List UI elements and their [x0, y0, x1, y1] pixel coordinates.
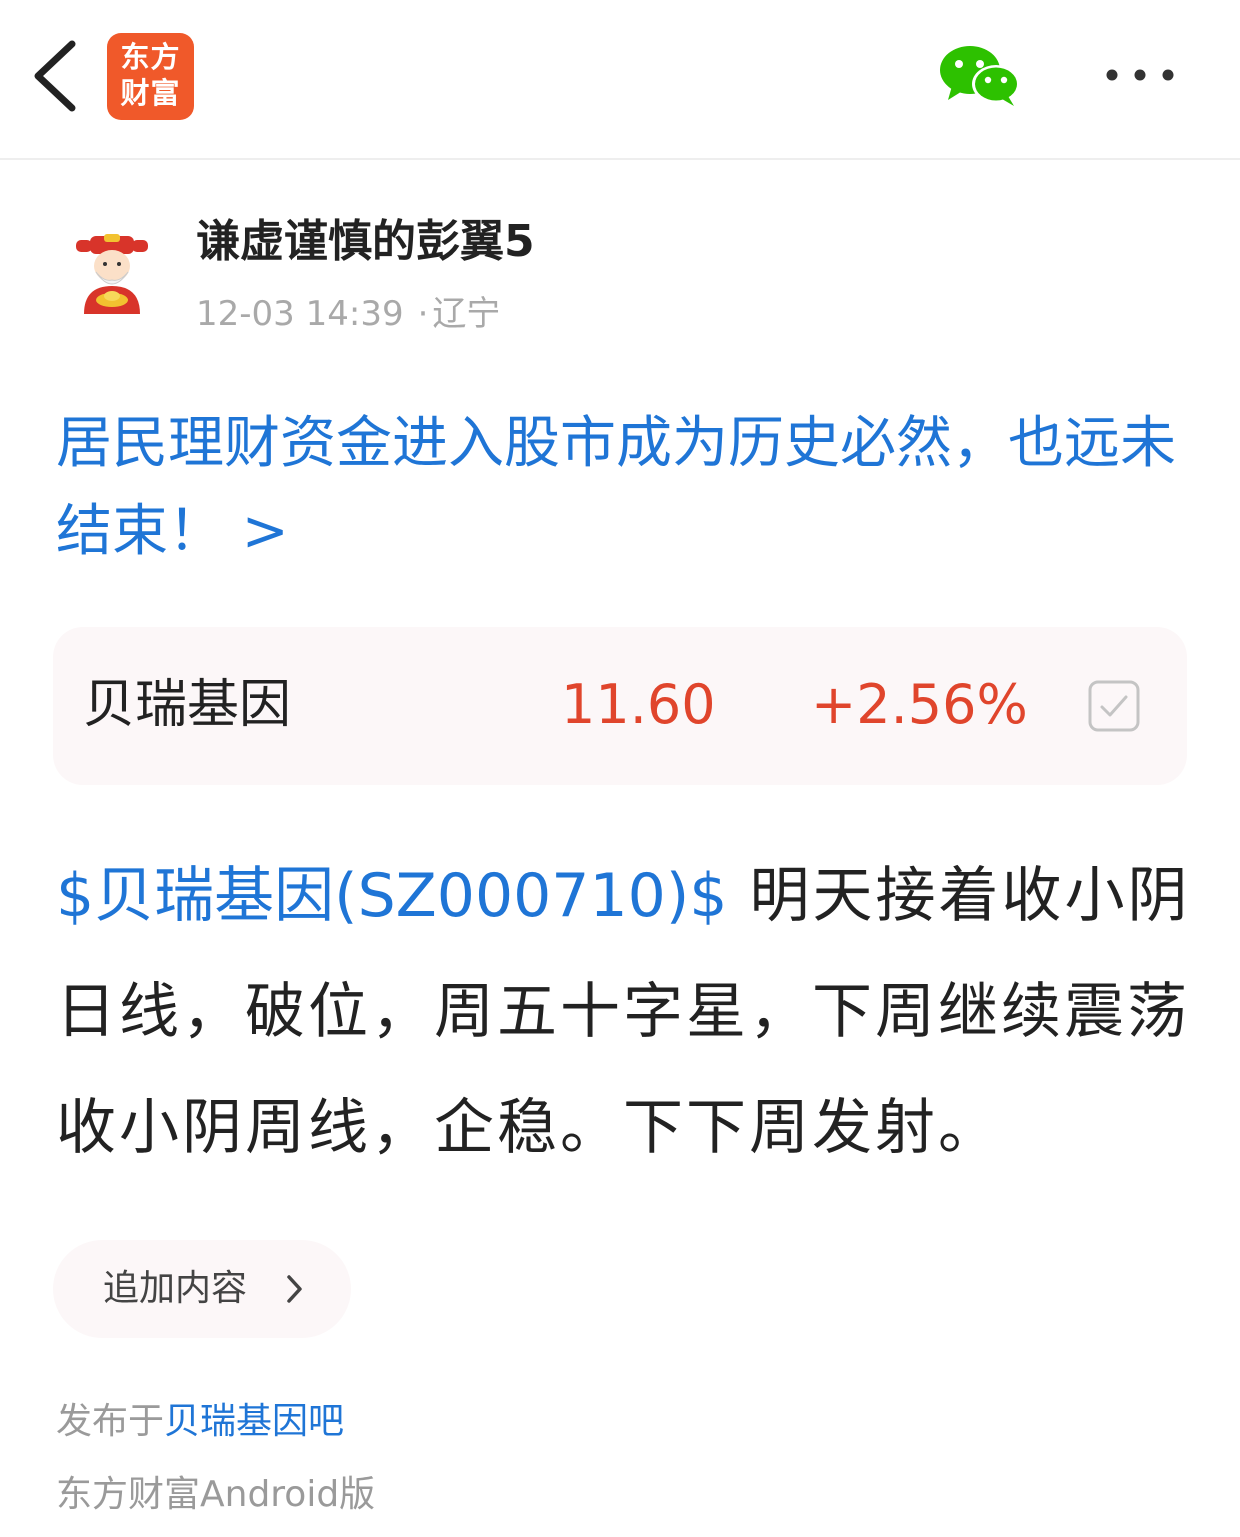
wechat-share-button[interactable] [938, 42, 1022, 108]
wechat-icon [940, 46, 1020, 106]
published-prefix: 发布于 [56, 1401, 165, 1442]
app-logo[interactable]: 东方 财富 [107, 33, 194, 120]
checkbox-checked-icon [1088, 680, 1140, 732]
chevron-right-icon [287, 1275, 302, 1303]
author-avatar[interactable] [70, 230, 154, 314]
back-button[interactable] [26, 38, 86, 114]
post-body: $贝瑞基因(SZ000710)$ 明天接着收小阴日线，破位，周五十字星，下周继续… [56, 838, 1196, 1186]
headline-link[interactable]: 居民理财资金进入股市成为历史必然，也远未结束！ > [56, 400, 1196, 576]
stock-price: 11.60 [561, 673, 716, 736]
post-meta: 12-03 14:39 · 辽宁 [196, 292, 500, 336]
chevron-left-icon [34, 40, 76, 112]
meta-separator: · [417, 294, 429, 334]
add-content-button[interactable]: 追加内容 [53, 1240, 351, 1338]
more-options-button[interactable] [1100, 60, 1180, 90]
source-client: 东方财富Android版 [56, 1474, 376, 1515]
app-logo-line1: 东方 [120, 40, 181, 74]
stock-bar-link[interactable]: 贝瑞基因吧 [164, 1401, 344, 1442]
watchlist-toggle[interactable] [1088, 680, 1140, 732]
post-timestamp: 12-03 14:39 [196, 294, 404, 334]
stock-mention-link[interactable]: $贝瑞基因(SZ000710)$ [56, 861, 727, 931]
app-logo-line2: 财富 [120, 76, 181, 110]
post-location: 辽宁 [432, 294, 501, 334]
stock-change-percent: +2.56% [811, 673, 1028, 736]
author-name[interactable]: 谦虚谨慎的彭翼5 [196, 212, 535, 272]
add-content-label: 追加内容 [103, 1268, 248, 1309]
god-of-wealth-avatar [76, 234, 148, 314]
stock-name: 贝瑞基因 [83, 675, 292, 735]
more-dots-icon [1106, 69, 1174, 81]
stock-quote-card[interactable]: 贝瑞基因 11.60 +2.56% [53, 627, 1187, 785]
published-in: 发布于贝瑞基因吧 [56, 1395, 344, 1449]
top-app-bar: 东方 财富 [0, 0, 1240, 160]
